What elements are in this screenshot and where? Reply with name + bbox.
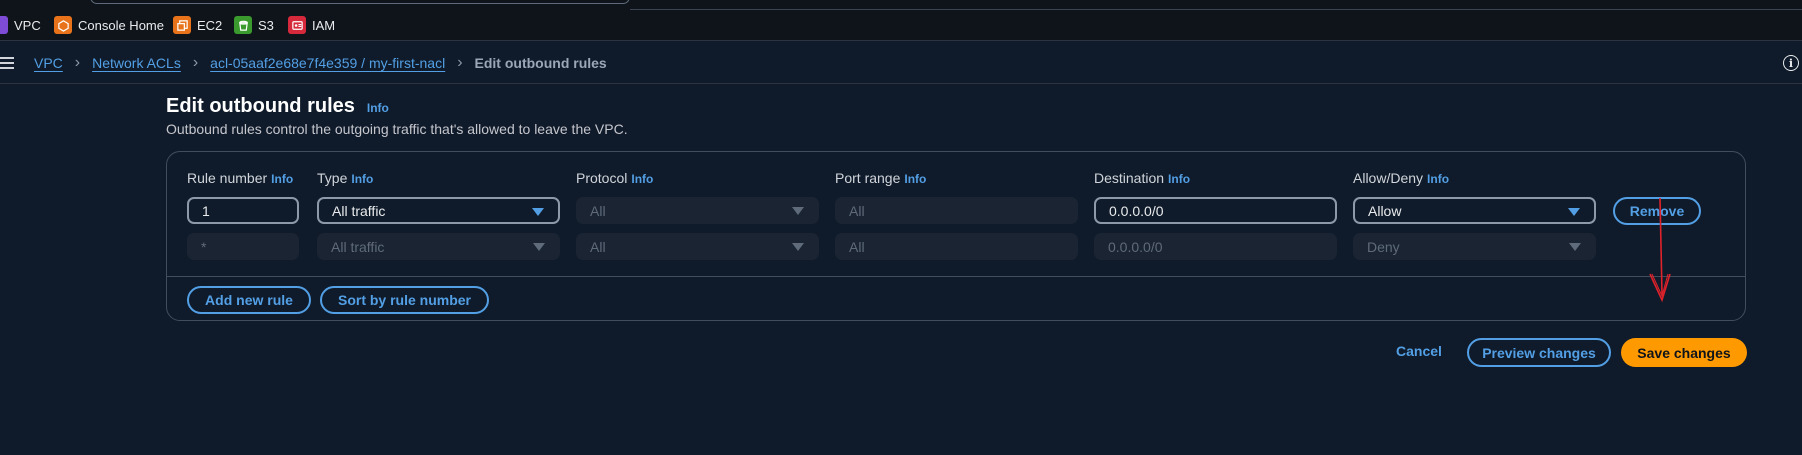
allow-deny-value: Deny (1367, 238, 1400, 255)
breadcrumb: VPC › Network ACLs › acl-05aaf2e68e7f4e3… (34, 54, 607, 72)
header-label: Rule number (187, 170, 268, 186)
favorite-label: IAM (312, 17, 336, 33)
ec2-icon (173, 16, 191, 34)
header-label: Allow/Deny (1353, 170, 1424, 186)
rules-panel: Rule number Info Type Info Protocol Info… (166, 151, 1746, 321)
header-label: Destination (1094, 170, 1165, 186)
preview-changes-button[interactable]: Preview changes (1467, 338, 1611, 367)
caret-down-icon (792, 243, 804, 251)
favorite-console-home[interactable]: Console Home (54, 16, 164, 34)
header-rule-number: Rule number Info (187, 170, 293, 186)
info-link[interactable]: Info (904, 172, 926, 186)
protocol-select: All (576, 197, 819, 224)
port-range-input: All (835, 197, 1078, 224)
favorite-label: VPC (14, 17, 41, 33)
protocol-value: All (590, 202, 606, 219)
breadcrumb-current: Edit outbound rules (474, 55, 607, 71)
destination-input: 0.0.0.0/0 (1094, 233, 1337, 260)
caret-down-icon (532, 208, 544, 216)
header-label: Port range (835, 170, 901, 186)
add-new-rule-button[interactable]: Add new rule (187, 286, 311, 314)
caret-down-icon (1568, 208, 1580, 216)
rule-number-input: * (187, 233, 299, 260)
allow-deny-select[interactable]: Allow (1353, 197, 1596, 224)
destination-input[interactable]: 0.0.0.0/0 (1094, 197, 1337, 224)
console-home-icon (54, 16, 72, 34)
info-link[interactable]: Info (351, 172, 373, 186)
breadcrumb-network-acls[interactable]: Network ACLs (92, 55, 181, 71)
type-select: All traffic (317, 233, 560, 260)
annotation-arrow-icon (1649, 197, 1671, 303)
menu-icon[interactable] (0, 57, 14, 69)
info-link[interactable]: Info (271, 172, 293, 186)
chevron-right-icon: › (192, 54, 199, 71)
header-label: Type (317, 170, 348, 186)
title-info-link[interactable]: Info (367, 101, 389, 115)
allow-deny-select: Deny (1353, 233, 1596, 260)
favorite-ec2[interactable]: EC2 (173, 16, 222, 34)
rule-number-input[interactable]: 1 (187, 197, 299, 224)
caret-down-icon (1569, 243, 1581, 251)
caret-down-icon (533, 243, 545, 251)
breadcrumb-vpc[interactable]: VPC (34, 55, 63, 71)
info-link[interactable]: Info (631, 172, 653, 186)
allow-deny-value: Allow (1368, 202, 1402, 219)
header-type: Type Info (317, 170, 373, 186)
favorite-label: S3 (258, 17, 274, 33)
vpc-icon (0, 16, 8, 34)
header-port-range: Port range Info (835, 170, 926, 186)
header-protocol: Protocol Info (576, 170, 653, 186)
chevron-right-icon: › (457, 54, 463, 71)
protocol-value: All (590, 238, 606, 255)
favorite-label: EC2 (197, 17, 223, 33)
favorite-iam[interactable]: IAM (288, 16, 335, 34)
divider (167, 276, 1745, 277)
info-link[interactable]: Info (1427, 172, 1449, 186)
cancel-button[interactable]: Cancel (1396, 343, 1442, 359)
s3-icon (234, 16, 252, 34)
header-allow-deny: Allow/Deny Info (1353, 170, 1449, 186)
page-header: Edit outbound rules Info (166, 95, 389, 118)
header-divider (630, 9, 1802, 10)
chevron-right-icon: › (74, 54, 81, 71)
type-select[interactable]: All traffic (317, 197, 560, 224)
type-value: All traffic (331, 238, 385, 255)
port-range-input: All (835, 233, 1078, 260)
iam-icon (288, 16, 306, 34)
favorites-bar: VPC Console Home EC2 S3 IAM (0, 0, 1802, 41)
type-value: All traffic (332, 202, 386, 219)
page-title: Edit outbound rules (166, 95, 355, 117)
info-link[interactable]: Info (1168, 172, 1190, 186)
breadcrumb-acl[interactable]: acl-05aaf2e68e7f4e359 / my-first-nacl (210, 55, 445, 71)
search-bar-edge[interactable] (90, 0, 630, 4)
header-label: Protocol (576, 170, 628, 186)
protocol-select: All (576, 233, 819, 260)
save-changes-button[interactable]: Save changes (1621, 338, 1747, 367)
breadcrumb-bar: VPC › Network ACLs › acl-05aaf2e68e7f4e3… (0, 42, 1802, 84)
favorite-label: Console Home (78, 17, 164, 33)
favorite-s3[interactable]: S3 (234, 16, 274, 34)
caret-down-icon (792, 207, 804, 215)
page-description: Outbound rules control the outgoing traf… (166, 121, 628, 137)
sort-by-rule-number-button[interactable]: Sort by rule number (320, 286, 489, 314)
info-icon[interactable]: i (1783, 55, 1799, 71)
favorite-vpc[interactable]: VPC (0, 16, 41, 34)
header-destination: Destination Info (1094, 170, 1190, 186)
